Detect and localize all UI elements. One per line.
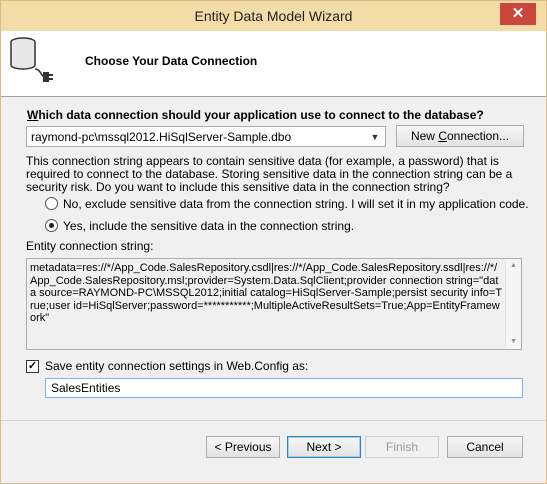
entity-connection-label: Entity connection string: — [26, 239, 154, 253]
finish-button[interactable]: Finish — [365, 436, 439, 458]
scroll-up-icon[interactable]: ▲ — [506, 259, 521, 273]
new-connection-label-b: onnection... — [446, 129, 510, 143]
connection-question: Which data connection should your applic… — [27, 108, 484, 122]
title-bar[interactable]: Entity Data Model Wizard ✕ — [1, 1, 546, 31]
question-text: hich data connection should your applica… — [38, 108, 484, 122]
footer-divider — [1, 420, 546, 421]
question-accelerator: W — [27, 108, 39, 122]
radio-exclude-label: No, exclude sensitive data from the conn… — [63, 197, 529, 211]
wizard-header: Choose Your Data Connection — [1, 31, 546, 97]
save-settings-checkbox[interactable]: ✓ — [26, 360, 39, 373]
radio-include-label: Yes, include the sensitive data in the c… — [63, 219, 355, 233]
radio-include-button[interactable] — [45, 219, 58, 232]
radio-exclude-button[interactable] — [45, 197, 58, 210]
entity-connection-text: metadata=res://*/App_Code.SalesRepositor… — [30, 262, 503, 324]
entity-name-input[interactable] — [45, 378, 523, 398]
save-settings-label: Save entity connection settings in Web.C… — [45, 359, 309, 373]
scroll-down-icon[interactable]: ▼ — [506, 335, 521, 349]
vertical-scrollbar[interactable]: ▲ ▼ — [505, 259, 521, 349]
new-connection-button[interactable]: New Connection... — [396, 125, 524, 147]
new-connection-accelerator: C — [438, 129, 447, 143]
connection-select[interactable]: raymond-pc\mssql2012.HiSqlServer-Sample.… — [26, 126, 386, 147]
wizard-body: Which data connection should your applic… — [1, 98, 546, 483]
entity-connection-box[interactable]: metadata=res://*/App_Code.SalesRepositor… — [26, 258, 522, 350]
connection-select-value: raymond-pc\mssql2012.HiSqlServer-Sample.… — [31, 130, 292, 144]
wizard-window: Entity Data Model Wizard ✕ Choose Your D… — [0, 0, 547, 484]
cancel-button[interactable]: Cancel — [447, 436, 523, 458]
previous-button[interactable]: < Previous — [206, 436, 280, 458]
window-title: Entity Data Model Wizard — [194, 8, 353, 24]
sensitive-data-warning: This connection string appears to contai… — [26, 154, 513, 194]
new-connection-label-a: New — [410, 129, 439, 143]
page-title: Choose Your Data Connection — [85, 54, 258, 68]
database-plug-icon — [10, 37, 53, 82]
chevron-down-icon[interactable]: ▼ — [368, 129, 382, 145]
close-icon[interactable]: ✕ — [500, 3, 536, 25]
next-button[interactable]: Next > — [287, 436, 361, 458]
